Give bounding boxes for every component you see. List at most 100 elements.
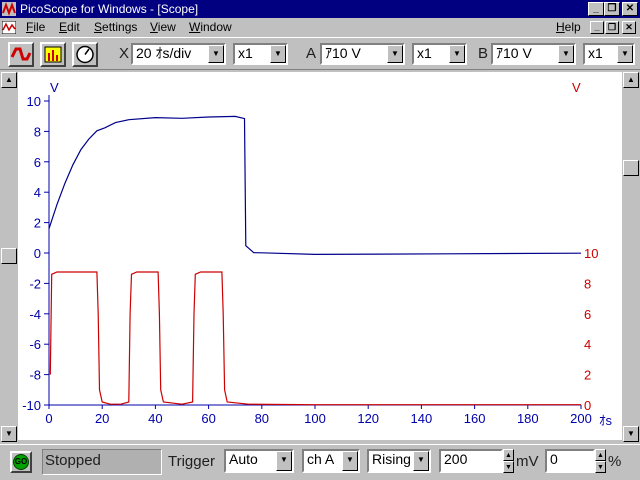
right-axis-tick-label: 6 <box>584 307 591 322</box>
restore-button[interactable]: ❐ <box>604 2 620 16</box>
spectrum-view-button[interactable] <box>40 42 66 67</box>
x-axis-tick-label: 140 <box>411 411 433 426</box>
trigger-level-up-icon[interactable]: ▲ <box>503 449 514 461</box>
menu-edit[interactable]: Edit <box>59 21 80 34</box>
delay-input[interactable]: 0 <box>545 449 595 473</box>
left-scrollbar[interactable]: ▲ ▼ <box>0 72 18 442</box>
chevron-down-icon: ▼ <box>387 45 403 63</box>
right-axis-tick-label: 8 <box>584 276 591 291</box>
minimize-button[interactable]: _ <box>588 2 604 16</box>
status-bar: GO Stopped Trigger Auto ▼ ch A ▼ Rising ▼ 2… <box>0 444 640 480</box>
trigger-mode-select[interactable]: Auto ▼ <box>224 449 294 473</box>
x-axis-tick-label: 40 <box>148 411 162 426</box>
channel-b-label: B <box>478 45 489 62</box>
x-axis-tick-label: 160 <box>464 411 486 426</box>
doc-minimize-button[interactable]: _ <box>590 21 604 34</box>
trigger-level-unit: mV <box>516 453 539 470</box>
chevron-down-icon: ▼ <box>276 451 292 471</box>
picoscope-icon[interactable] <box>2 2 16 16</box>
left-axis-tick-label: 2 <box>34 216 41 231</box>
red-waveform-icon <box>10 47 32 61</box>
x-multiplier-select[interactable]: x1 ▼ <box>233 43 288 65</box>
chevron-down-icon: ▼ <box>558 45 574 63</box>
delay-unit: % <box>608 453 622 470</box>
left-axis-unit: V <box>50 80 59 95</box>
chevron-down-icon: ▼ <box>342 451 358 471</box>
x-axis-tick-label: 180 <box>517 411 539 426</box>
title-bar: PicoScope for Windows - [Scope] _ ❐ ✕ <box>0 0 640 18</box>
go-indicator-icon: GO <box>13 454 29 470</box>
status-text: Stopped <box>42 449 162 475</box>
trigger-level-input[interactable]: 200 <box>439 449 503 473</box>
left-scroll-thumb[interactable] <box>1 248 17 264</box>
trigger-edge-select[interactable]: Rising ▼ <box>367 449 431 473</box>
x-axis-tick-label: 0 <box>45 411 52 426</box>
x-axis-tick-label: 120 <box>357 411 379 426</box>
left-axis-tick-label: -10 <box>22 398 41 413</box>
left-axis-tick-label: 8 <box>34 124 41 139</box>
waveform-chart[interactable]: 1086420-2-4-6-8-10V1086420V0 20 40 60 80 100 1… <box>18 72 622 440</box>
spectrum-icon <box>44 46 62 63</box>
right-scroll-thumb[interactable] <box>623 160 639 176</box>
left-axis-tick-label: -2 <box>29 276 41 291</box>
document-icon[interactable] <box>2 21 16 34</box>
delay-up-icon[interactable]: ▲ <box>595 449 606 461</box>
channel-a-multiplier-select[interactable]: x1 ▼ <box>412 43 467 65</box>
chevron-down-icon: ▼ <box>617 45 633 63</box>
x-axis-tick-label: 200 <box>570 411 592 426</box>
menu-file[interactable]: File <box>26 21 45 34</box>
x-axis-tick-label: 20 <box>95 411 109 426</box>
x-axis-tick-label: 60 <box>201 411 215 426</box>
go-button[interactable]: GO <box>10 451 32 473</box>
scroll-down-icon[interactable]: ▼ <box>623 426 639 442</box>
left-axis-tick-label: 0 <box>34 246 41 261</box>
trigger-level-down-icon[interactable]: ▼ <box>503 461 514 473</box>
channel-b-range-select[interactable]: ｱ10 V ▼ <box>491 43 576 65</box>
chevron-down-icon: ▼ <box>208 45 224 63</box>
left-axis-tick-label: 4 <box>34 185 41 200</box>
x-axis-label: X <box>119 45 130 62</box>
menu-window[interactable]: Window <box>189 21 232 34</box>
delay-down-icon[interactable]: ▼ <box>595 461 606 473</box>
x-axis-tick-label: 100 <box>304 411 326 426</box>
scope-plot[interactable]: 10 8 6 4 2 0 -2 -4 -6 -8 -10 V 10 8 6 4 2 0 V 0 20 40 60 80 100 1… <box>18 72 622 440</box>
toolbar: X 20 ｵs/div ▼ x1 ▼ A ｱ10 V ▼ x1 ▼ B ｱ10 V ▼ x… <box>0 37 640 70</box>
window-title: PicoScope for Windows - [Scope] <box>20 2 199 16</box>
right-axis-tick-label: 2 <box>584 368 591 383</box>
menu-view[interactable]: View <box>150 21 176 34</box>
chevron-down-icon: ▼ <box>449 45 465 63</box>
right-axis-tick-label: 10 <box>584 246 598 261</box>
chevron-down-icon: ▼ <box>413 451 429 471</box>
timebase-select[interactable]: 20 ｵs/div ▼ <box>131 43 226 65</box>
trigger-label: Trigger <box>168 453 215 470</box>
x-axis-tick-label: 80 <box>255 411 269 426</box>
left-axis-tick-label: -8 <box>29 368 41 383</box>
channel-a-trace <box>48 115 582 256</box>
left-axis-tick-label: -6 <box>29 337 41 352</box>
menu-settings[interactable]: Settings <box>94 21 137 34</box>
left-axis-tick-label: 10 <box>27 94 41 109</box>
scroll-down-icon[interactable]: ▼ <box>1 426 17 442</box>
chevron-down-icon: ▼ <box>270 45 286 63</box>
channel-b-trace <box>49 271 581 406</box>
left-axis-tick-label: 6 <box>34 155 41 170</box>
scope-view-button[interactable] <box>8 42 34 67</box>
doc-restore-button[interactable]: ❐ <box>605 21 619 34</box>
menu-help[interactable]: Help <box>556 21 581 34</box>
right-axis-unit: V <box>572 80 581 95</box>
meter-view-button[interactable] <box>72 42 98 67</box>
channel-a-label: A <box>306 45 317 62</box>
channel-a-range-select[interactable]: ｱ10 V ▼ <box>320 43 405 65</box>
doc-close-button[interactable]: ✕ <box>622 21 636 34</box>
right-scrollbar[interactable]: ▲ ▼ <box>622 72 640 442</box>
x-axis-unit: ｵs <box>599 413 613 428</box>
meter-icon <box>76 45 94 64</box>
right-axis-tick-label: 4 <box>584 337 591 352</box>
trigger-channel-select[interactable]: ch A ▼ <box>302 449 360 473</box>
close-button[interactable]: ✕ <box>622 2 638 16</box>
scroll-up-icon[interactable]: ▲ <box>623 72 639 88</box>
scroll-up-icon[interactable]: ▲ <box>1 72 17 88</box>
menu-bar: File Edit Settings View Window Help _ ❐ … <box>0 18 640 37</box>
channel-b-multiplier-select[interactable]: x1 ▼ <box>583 43 635 65</box>
left-axis-tick-label: -4 <box>29 307 41 322</box>
